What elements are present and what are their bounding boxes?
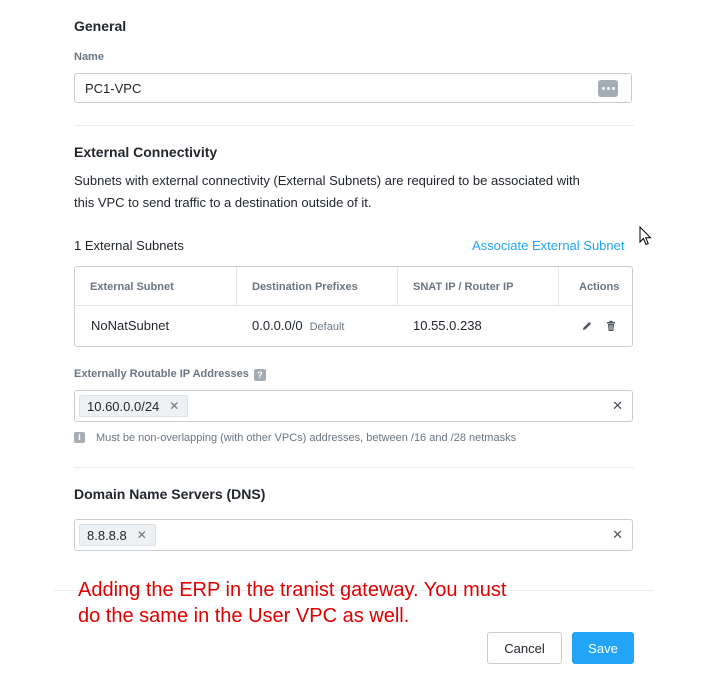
- column-header-actions: Actions: [579, 281, 620, 293]
- mouse-cursor-icon: [639, 226, 652, 246]
- column-separator: [558, 267, 559, 305]
- column-header-destination-prefixes: Destination Prefixes: [252, 281, 358, 293]
- prefix-default-tag: Default: [309, 321, 345, 333]
- divider: [74, 467, 634, 468]
- name-field[interactable]: [74, 73, 632, 103]
- trash-icon[interactable]: [605, 320, 617, 332]
- cell-snat-ip: 10.55.0.238: [413, 318, 482, 333]
- erp-tag-input[interactable]: 10.60.0.0/24 ✕ ✕: [74, 390, 633, 422]
- erp-tag-chip: 10.60.0.0/24 ✕: [79, 395, 189, 417]
- info-icon: i: [74, 432, 85, 443]
- dns-tag-chip: 8.8.8.8 ✕: [79, 524, 156, 546]
- external-description-line-2: this VPC to send traffic to a destinatio…: [74, 195, 372, 210]
- more-dots-icon[interactable]: [598, 80, 618, 97]
- save-button[interactable]: Save: [572, 632, 634, 664]
- annotation-line-2: do the same in the User VPC as well.: [78, 605, 410, 627]
- erp-label: Externally Routable IP Addresses?: [74, 368, 266, 381]
- prefix-value: 0.0.0.0/0: [252, 318, 303, 333]
- erp-tag-value: 10.60.0.0/24: [87, 398, 160, 414]
- column-header-snat-ip: SNAT IP / Router IP: [413, 281, 514, 293]
- close-icon[interactable]: ✕: [169, 399, 179, 413]
- header-divider: [75, 305, 632, 306]
- external-description-line-1: Subnets with external connectivity (Exte…: [74, 173, 580, 188]
- external-subnets-table: External Subnet Destination Prefixes SNA…: [74, 266, 633, 347]
- annotation-line-1: Adding the ERP in the tranist gateway. Y…: [78, 579, 507, 601]
- clear-all-close-icon[interactable]: ✕: [612, 398, 623, 414]
- cancel-button[interactable]: Cancel: [487, 632, 562, 664]
- associate-external-subnet-link[interactable]: Associate External Subnet: [472, 238, 624, 253]
- clear-all-close-icon[interactable]: ✕: [612, 527, 623, 543]
- column-separator: [397, 267, 398, 305]
- pencil-icon[interactable]: [581, 320, 593, 332]
- name-input[interactable]: [85, 79, 565, 97]
- cell-external-subnet: NoNatSubnet: [91, 318, 170, 333]
- name-label: Name: [74, 51, 104, 63]
- dns-tag-input[interactable]: 8.8.8.8 ✕ ✕: [74, 519, 633, 551]
- column-header-external-subnet: External Subnet: [90, 281, 174, 293]
- help-icon[interactable]: ?: [253, 369, 266, 381]
- external-subnets-count: 1 External Subnets: [74, 238, 184, 253]
- dns-section-title: Domain Name Servers (DNS): [74, 486, 266, 502]
- dns-tag-value: 8.8.8.8: [87, 527, 127, 543]
- general-section-title: General: [74, 18, 127, 34]
- erp-label-text: Externally Routable IP Addresses: [74, 368, 249, 380]
- divider: [74, 125, 634, 126]
- external-connectivity-title: External Connectivity: [74, 144, 218, 160]
- cell-destination-prefix: 0.0.0.0/0 Default: [252, 318, 344, 333]
- erp-hint-text: Must be non-overlapping (with other VPCs…: [96, 432, 517, 444]
- red-annotation-text: Adding the ERP in the tranist gateway. Y…: [78, 577, 598, 629]
- column-separator: [236, 267, 237, 305]
- close-icon[interactable]: ✕: [137, 528, 147, 542]
